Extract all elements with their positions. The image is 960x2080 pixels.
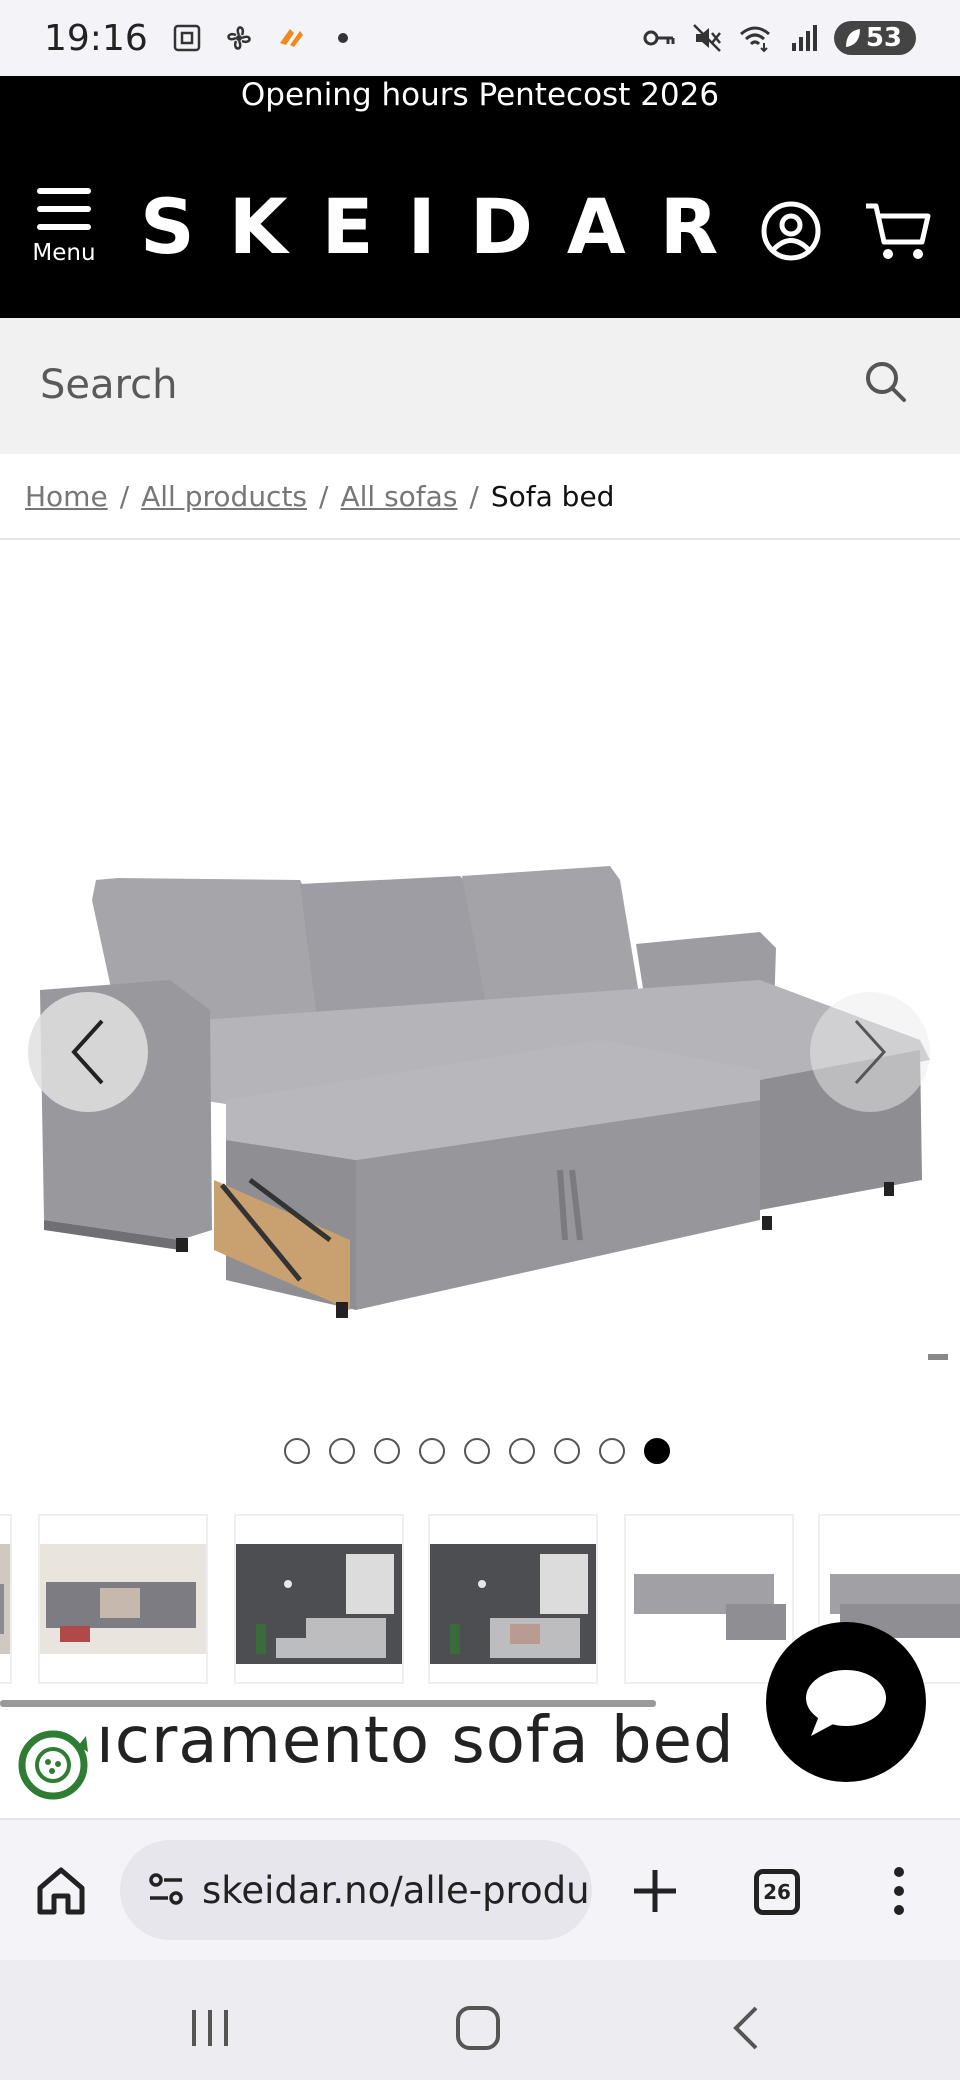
search-bar (0, 318, 960, 454)
new-tab-icon[interactable] (628, 1864, 682, 1918)
product-image[interactable] (0, 540, 960, 1400)
gallery-pagination (284, 1438, 670, 1464)
dot-icon (337, 33, 348, 43)
recent-apps-icon[interactable] (180, 1998, 240, 2058)
menu-button[interactable]: Menu (28, 188, 100, 288)
screen: 19:16 53 Opening hours Pentecost 2026 Me… (0, 0, 960, 2080)
status-system-icons: 53 (642, 21, 916, 55)
gallery-dot[interactable] (464, 1438, 490, 1464)
breadcrumb-all-sofas[interactable]: All sofas (340, 480, 457, 513)
signal-icon (791, 25, 817, 51)
gallery-dot[interactable] (554, 1438, 580, 1464)
breadcrumb-home[interactable]: Home (25, 480, 108, 513)
breadcrumb-separator: / (469, 479, 479, 513)
breadcrumb-current: Sofa bed (490, 479, 615, 513)
gallery-dot[interactable] (419, 1438, 445, 1464)
status-notification-icons (172, 23, 358, 53)
thumbnail[interactable] (0, 1514, 12, 1684)
gallery-dot[interactable] (599, 1438, 625, 1464)
chat-bubble-icon (806, 1670, 886, 1736)
status-time: 19:16 (44, 17, 148, 59)
app-badge-icon (279, 29, 303, 47)
gallery-next-button[interactable] (810, 992, 930, 1112)
url-text: skeidar.no/alle-produ (202, 1868, 590, 1912)
status-bar: 19:16 53 (0, 0, 960, 76)
account-icon[interactable] (760, 200, 822, 262)
search-icon[interactable] (862, 358, 910, 406)
hamburger-icon (28, 188, 100, 230)
back-nav-icon[interactable] (718, 1998, 778, 2058)
site-header: Menu SKEIDAR (0, 132, 960, 318)
cart-icon[interactable] (864, 200, 932, 262)
breadcrumb-separator: / (319, 479, 329, 513)
thumbnail[interactable] (428, 1514, 598, 1684)
thumbnail[interactable] (38, 1514, 208, 1684)
breadcrumb-separator: / (119, 479, 130, 513)
menu-label: Menu (32, 240, 96, 266)
more-options-icon[interactable] (872, 1864, 926, 1918)
recycle-icon[interactable] (14, 1726, 92, 1804)
home-nav-icon[interactable] (448, 1998, 508, 2058)
chevron-left-icon (71, 1019, 104, 1085)
system-navigation-bar (0, 1960, 960, 2080)
leaf-icon (845, 29, 860, 47)
mute-icon (692, 24, 721, 52)
address-bar[interactable]: skeidar.no/alle-produ (120, 1840, 592, 1940)
browser-toolbar: skeidar.no/alle-produ 26 (0, 1818, 960, 1960)
fan-icon (227, 26, 251, 50)
chevron-right-icon (854, 1019, 887, 1085)
breadcrumb: Home / All products / All sofas / Sofa b… (25, 454, 960, 538)
chat-button[interactable] (766, 1622, 926, 1782)
announcement-banner[interactable]: Opening hours Pentecost 2026 (0, 76, 960, 132)
skeidar-logo[interactable]: SKEIDAR (140, 182, 752, 271)
gallery-dot[interactable] (509, 1438, 535, 1464)
tab-switcher-button[interactable]: 26 (754, 1869, 800, 1915)
battery-icon: 53 (833, 21, 916, 55)
home-icon[interactable] (34, 1864, 88, 1918)
wifi-icon (739, 26, 770, 53)
screenshot-icon (173, 24, 200, 52)
gallery-dot[interactable] (374, 1438, 400, 1464)
gallery-prev-button[interactable] (28, 992, 148, 1112)
battery-level: 53 (865, 23, 902, 53)
gallery-dot[interactable] (329, 1438, 355, 1464)
thumbnail[interactable] (234, 1514, 404, 1684)
gallery-dot[interactable] (284, 1438, 310, 1464)
thumbnail[interactable] (624, 1514, 794, 1684)
breadcrumb-all-products[interactable]: All products (141, 480, 307, 513)
product-title: ıcramento sofa bed (96, 1704, 735, 1778)
gallery-dot-active[interactable] (644, 1438, 670, 1464)
site-settings-icon[interactable] (146, 1870, 186, 1910)
key-icon (643, 30, 675, 46)
search-input[interactable] (40, 352, 820, 418)
